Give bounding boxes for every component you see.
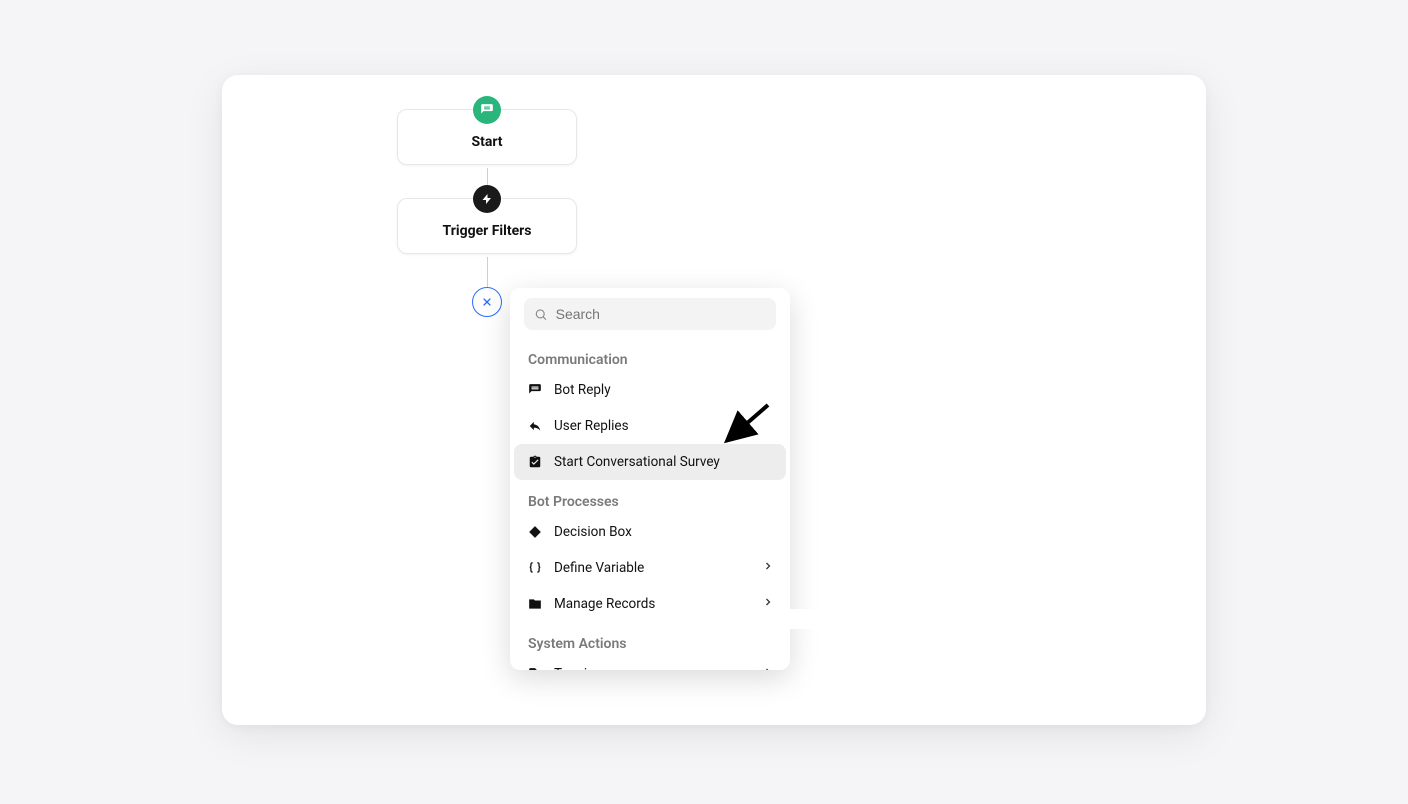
start-node-label: Start	[408, 134, 566, 150]
trigger-filters-node[interactable]: Trigger Filters	[397, 198, 577, 254]
action-picker-popup: Communication Bot Reply User Replies Sta…	[510, 288, 790, 670]
overlay-box	[766, 609, 826, 629]
menu-item-label: Tagging	[554, 666, 602, 670]
menu-item-define-variable[interactable]: Define Variable	[510, 550, 790, 586]
section-header-communication: Communication	[510, 338, 790, 372]
search-input[interactable]	[556, 306, 766, 322]
reply-icon	[528, 419, 542, 433]
menu-item-tagging[interactable]: Tagging	[510, 656, 790, 670]
braces-icon	[528, 561, 542, 575]
connector-line	[487, 168, 488, 186]
start-node[interactable]: Start	[397, 109, 577, 165]
close-button[interactable]	[472, 287, 502, 317]
bot-reply-icon	[528, 383, 542, 397]
diamond-icon	[528, 525, 542, 539]
search-icon	[534, 307, 548, 322]
menu-item-start-survey[interactable]: Start Conversational Survey	[514, 444, 786, 480]
close-icon	[481, 296, 493, 308]
folder-icon	[528, 597, 542, 611]
menu-item-label: Manage Records	[554, 596, 655, 612]
chat-icon	[473, 96, 501, 124]
menu-item-label: User Replies	[554, 418, 629, 434]
menu-item-label: Decision Box	[554, 524, 632, 540]
menu-item-manage-records[interactable]: Manage Records	[510, 586, 790, 622]
trigger-filters-node-label: Trigger Filters	[408, 223, 566, 239]
section-header-bot-processes: Bot Processes	[510, 480, 790, 514]
chevron-right-icon	[762, 666, 774, 670]
tag-icon	[528, 667, 542, 670]
search-field-wrap[interactable]	[524, 298, 776, 330]
chevron-right-icon	[762, 560, 774, 576]
menu-item-decision-box[interactable]: Decision Box	[510, 514, 790, 550]
section-header-system-actions: System Actions	[510, 622, 790, 656]
lightning-icon	[473, 185, 501, 213]
menu-item-label: Start Conversational Survey	[554, 454, 720, 470]
menu-item-label: Define Variable	[554, 560, 644, 576]
menu-item-user-replies[interactable]: User Replies	[510, 408, 790, 444]
menu-item-label: Bot Reply	[554, 382, 611, 398]
clipboard-icon	[528, 455, 542, 469]
menu-item-bot-reply[interactable]: Bot Reply	[510, 372, 790, 408]
connector-line	[487, 257, 488, 287]
